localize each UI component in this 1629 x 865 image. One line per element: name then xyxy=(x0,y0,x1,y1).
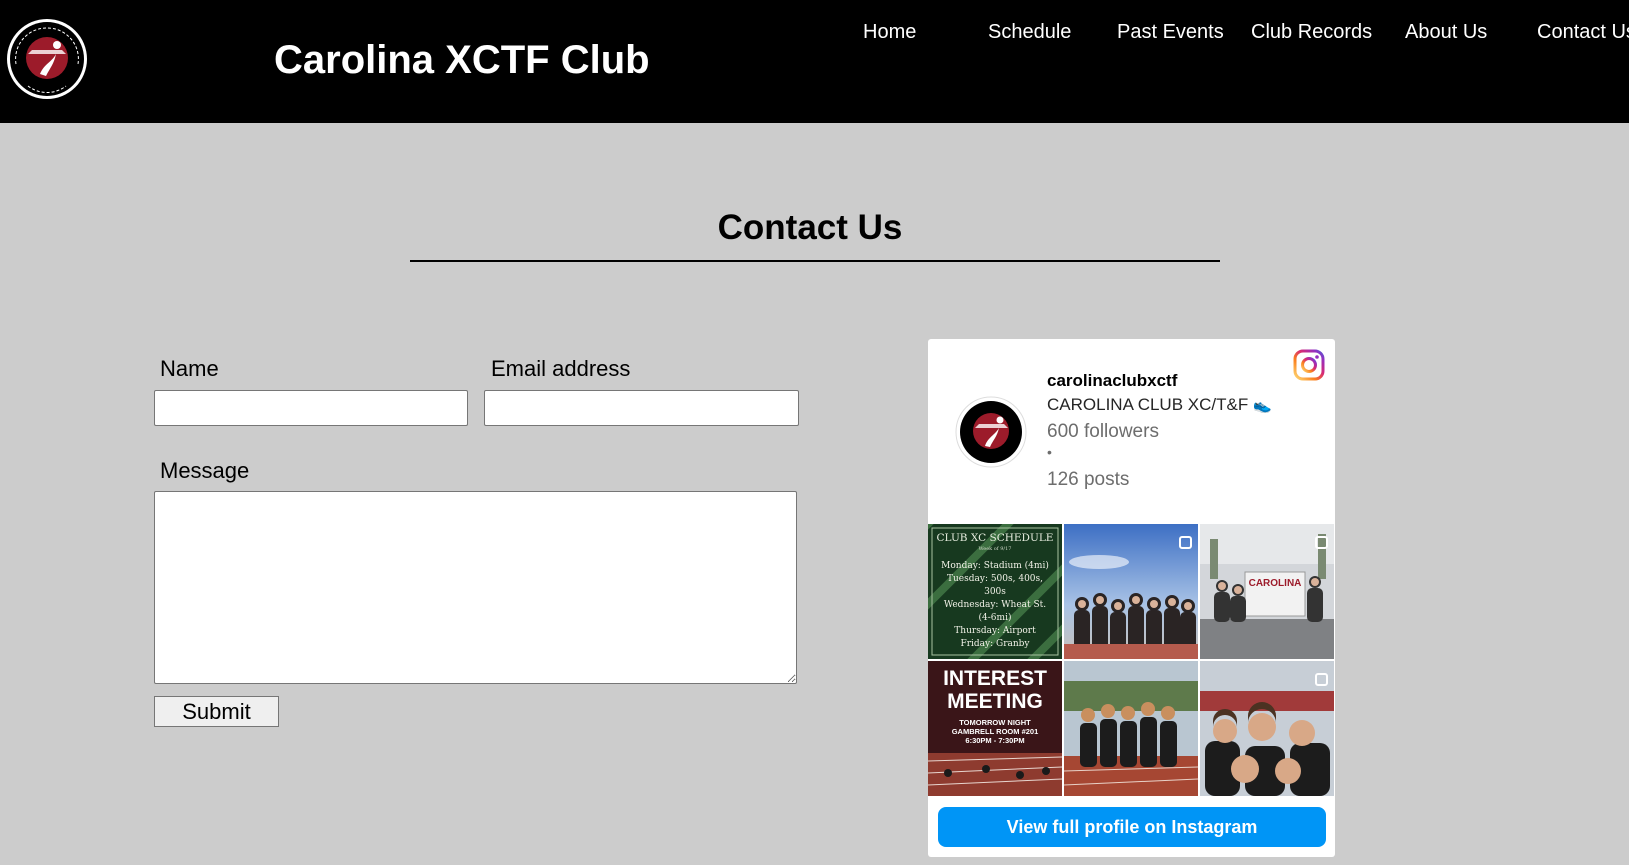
nav-club-records[interactable]: Club Records xyxy=(1251,21,1372,44)
nav-home[interactable]: Home xyxy=(863,21,916,44)
name-input[interactable] xyxy=(154,390,468,426)
post-tile[interactable]: CLUB XC SCHEDULE Week of 9/17 Monday: St… xyxy=(928,524,1062,659)
page-title: Contact Us xyxy=(717,208,903,247)
schedule-line: Tuesday: 500s, 400s, xyxy=(946,574,1044,584)
post-tile[interactable] xyxy=(1064,524,1198,659)
submit-button[interactable]: Submit xyxy=(154,696,279,727)
multi-post-icon xyxy=(1179,536,1192,549)
email-label: Email address xyxy=(491,356,631,381)
team-photo xyxy=(1064,661,1198,796)
site-title: Carolina XCTF Club xyxy=(274,38,650,82)
nav-past-events[interactable]: Past Events xyxy=(1117,21,1224,44)
name-label: Name xyxy=(160,356,219,381)
track-image xyxy=(928,753,1062,796)
profile-avatar[interactable] xyxy=(955,396,1027,468)
nav-contact-us[interactable]: Contact Us xyxy=(1537,21,1629,44)
nav-about-us[interactable]: About Us xyxy=(1405,21,1487,44)
schedule-line: 300s xyxy=(984,587,1006,597)
schedule-line: (4-6mi) xyxy=(978,613,1012,623)
instagram-icon[interactable] xyxy=(1293,349,1325,381)
post-tile[interactable]: INTEREST MEETING TOMORROW NIGHT GAMBRELL… xyxy=(928,661,1062,796)
schedule-subtitle: Week of 9/17 xyxy=(978,546,1012,552)
schedule-line: Monday: Stadium (4mi) xyxy=(941,561,1049,571)
sign-text: CAROLINA xyxy=(1249,578,1302,589)
schedule-line: Wednesday: Wheat St. xyxy=(943,600,1047,610)
instagram-username[interactable]: carolinaclubxctf xyxy=(1047,371,1177,391)
multi-post-icon xyxy=(1315,673,1328,686)
post-tile[interactable] xyxy=(1200,661,1334,796)
sneaker-icon: 👟 xyxy=(1252,397,1272,414)
site-header: Carolina XCTF Club Home Schedule Past Ev… xyxy=(0,0,1629,123)
multi-post-icon xyxy=(1315,536,1328,549)
selfie-photo xyxy=(1200,661,1334,796)
instagram-widget: carolinaclubxctf CAROLINA CLUB XC/T&F 👟 … xyxy=(928,339,1335,857)
message-label: Message xyxy=(160,458,250,483)
club-logo[interactable] xyxy=(6,18,88,100)
instagram-posts-grid: CLUB XC SCHEDULE Week of 9/17 Monday: St… xyxy=(928,524,1335,796)
schedule-line: Friday: Granby xyxy=(960,639,1030,649)
title-divider xyxy=(410,260,1220,262)
instagram-followers: 600 followers xyxy=(1047,421,1159,442)
post-tile[interactable]: CAROLINA xyxy=(1200,524,1334,659)
instagram-display-name: CAROLINA CLUB XC/T&F 👟 xyxy=(1047,395,1272,414)
schedule-title: CLUB XC SCHEDULE xyxy=(936,532,1054,544)
email-input[interactable] xyxy=(484,390,799,426)
stats-separator: • xyxy=(1047,444,1052,460)
view-instagram-profile-button[interactable]: View full profile on Instagram xyxy=(938,807,1326,847)
post-tile[interactable] xyxy=(1064,661,1198,796)
group-photo: CAROLINA xyxy=(1200,524,1334,659)
nav-schedule[interactable]: Schedule xyxy=(988,21,1071,44)
schedule-lines: Monday: Stadium (4mi) Tuesday: 500s, 400… xyxy=(928,560,1062,651)
group-photo xyxy=(1064,524,1198,659)
message-textarea[interactable] xyxy=(154,491,797,684)
schedule-line: Thursday: Airport xyxy=(954,626,1036,636)
instagram-posts-count: 126 posts xyxy=(1047,469,1130,490)
